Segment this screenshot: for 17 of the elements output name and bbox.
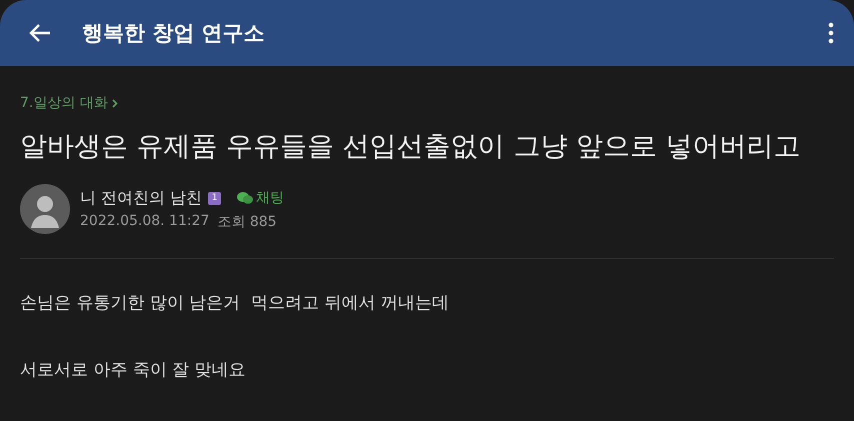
post-date: 2022.05.08. 11:27 xyxy=(80,212,210,230)
back-icon xyxy=(28,23,52,43)
chat-button[interactable]: 채팅 xyxy=(237,189,284,207)
avatar-icon xyxy=(20,184,70,234)
post-paragraph: 손님은 유통기한 많이 남은거 먹으려고 뒤에서 꺼내는데 xyxy=(20,292,450,314)
back-button[interactable] xyxy=(28,23,52,43)
post-title: 알바생은 유제품 우유들을 선입선출없이 그냥 앞으로 넣어버리고 xyxy=(20,130,802,164)
category-link[interactable]: 7.일상의 대화 xyxy=(20,94,834,112)
chat-icon xyxy=(237,191,254,205)
more-icon xyxy=(828,22,834,44)
author-name[interactable]: 니 전여친의 남친 xyxy=(80,188,202,208)
header-title: 행복한 창업 연구소 xyxy=(82,20,266,47)
chevron-icon xyxy=(112,98,118,108)
level-badge: 1 xyxy=(208,192,222,204)
more-button[interactable] xyxy=(828,22,834,44)
view-count: 조회 885 xyxy=(217,212,277,230)
post-paragraph: 서로서로 아주 죽이 잘 맞네요 xyxy=(20,359,247,381)
